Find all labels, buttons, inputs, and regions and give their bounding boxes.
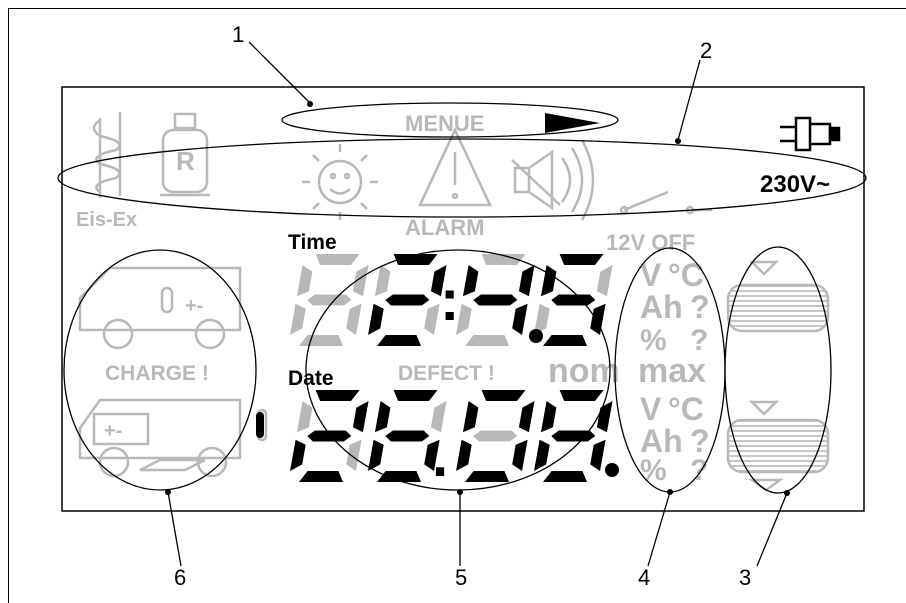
time-separator: : [440,268,459,333]
max-label: max [638,352,706,390]
time-digit-2-segment-g [385,294,430,306]
callout-number-1: 1 [232,22,244,47]
battery-sign-bottom: +- [104,420,122,442]
unit-q1-top: ? [690,289,710,325]
leader-dot-4 [667,489,673,495]
alarm-label: ALARM [405,215,484,240]
callout-number-2: 2 [700,38,712,63]
charge-label: CHARGE ! [105,362,209,385]
defect-label: DEFECT ! [398,362,495,385]
thermometer-bulb-icon [256,412,264,438]
unit-v-bottom: V [640,391,662,427]
ice-label: Eis-Ex [76,209,137,231]
unit-degc-bottom: °C [668,391,704,427]
unit-pct-top: % [640,324,667,357]
leader-dot-5 [457,489,463,495]
unit-ah-top: Ah [640,289,683,325]
date-digit-3-segment-g [473,430,518,442]
time-digit-3-segment-g [473,294,518,306]
leader-dot-1 [307,101,313,107]
date-label: Date [288,367,334,390]
callout-number-3: 3 [739,565,751,590]
unit-q2-bottom: ? [690,454,708,487]
callout-number-4: 4 [638,565,650,590]
leader-dot-2 [675,138,681,144]
leader-dot-3 [784,490,790,496]
callout-number-6: 6 [174,565,186,590]
mains-label: 230V~ [760,171,830,198]
time-label: Time [288,231,337,254]
battery-sign-top: +- [185,295,203,317]
time-digit-1-segment-g [307,294,352,306]
time-decimal-point [529,329,543,343]
leader-dot-6 [165,489,171,495]
lcd-panel-diagram: MENUE Eis-Ex R ALARM 12V OFF CHARGE ! DE… [8,8,906,603]
unit-pct-bottom: % [640,454,667,487]
date-decimal-point [605,463,619,477]
callout-number-5: 5 [455,565,467,590]
date-digit-1-segment-g [307,430,352,442]
date-separator: . [432,424,448,489]
unit-degc-top: °C [668,257,704,293]
time-digit-4-segment-g [551,294,596,306]
unit-q2-top: ? [690,324,708,357]
menu-label: MENUE [405,111,484,136]
date-digit-2-segment-g [385,430,430,442]
